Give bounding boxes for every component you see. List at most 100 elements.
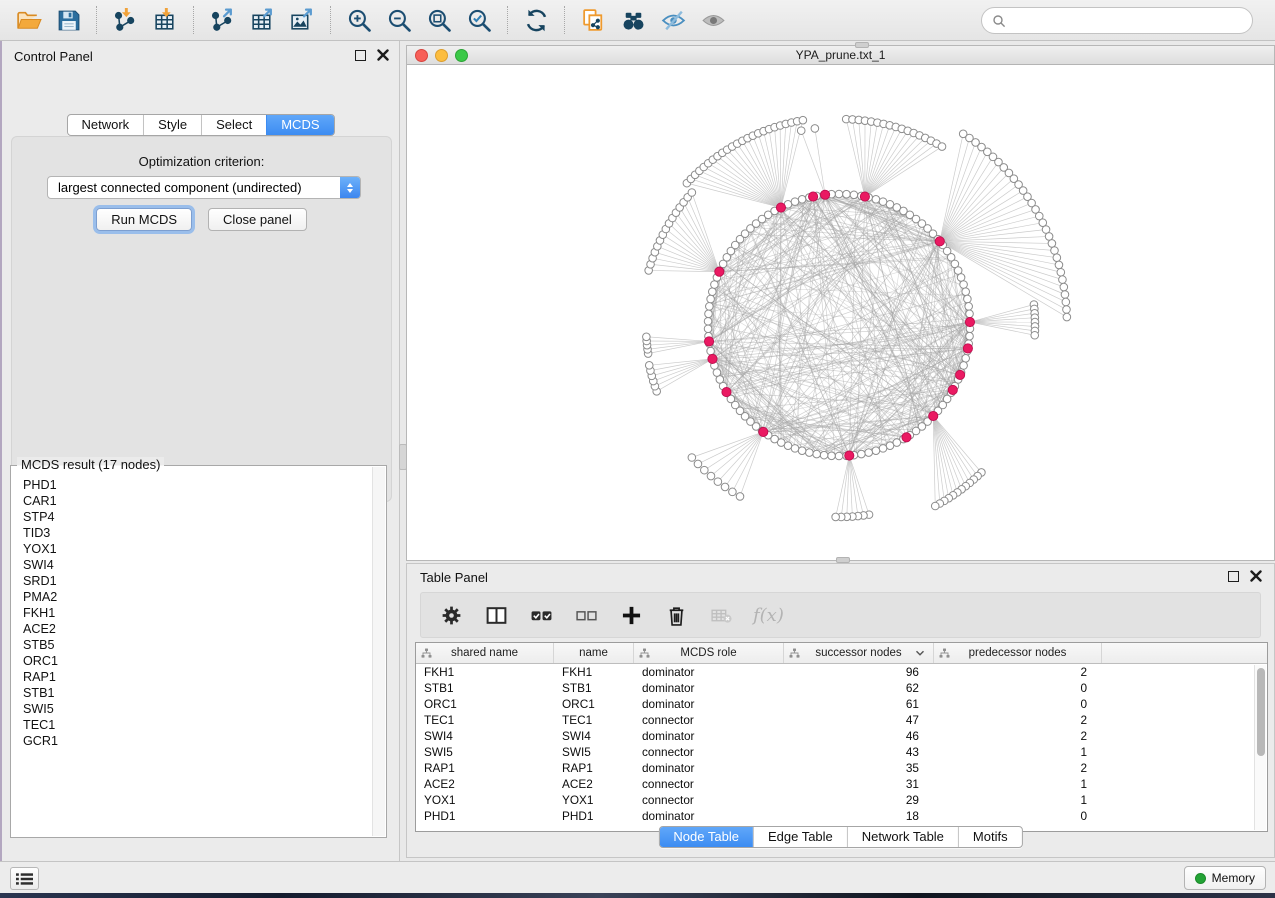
- result-scrollbar[interactable]: [372, 467, 385, 836]
- task-list-icon: [16, 872, 33, 886]
- table-row[interactable]: RAP1RAP1dominator352: [416, 760, 1267, 776]
- zoom-out-button[interactable]: [381, 4, 417, 36]
- open-file-button[interactable]: [10, 4, 46, 36]
- table-row[interactable]: ORC1ORC1dominator610: [416, 696, 1267, 712]
- mcds-result-item[interactable]: RAP1: [13, 669, 370, 685]
- mcds-result-item[interactable]: STB1: [13, 685, 370, 701]
- mcds-result-item[interactable]: ACE2: [13, 621, 370, 637]
- cell-successor-nodes: 61: [784, 696, 934, 712]
- cell-shared-name: SWI4: [416, 728, 554, 744]
- table-scrollbar-thumb[interactable]: [1257, 668, 1265, 756]
- cell-predecessor-nodes: 1: [934, 776, 1102, 792]
- hide-selected-button[interactable]: [655, 4, 691, 36]
- select-all-button[interactable]: [528, 602, 554, 628]
- tab-network-table[interactable]: Network Table: [847, 827, 958, 847]
- column-header-shared-name[interactable]: shared name: [416, 643, 554, 663]
- cell-predecessor-nodes: 0: [934, 680, 1102, 696]
- zoom-in-icon: [346, 7, 373, 34]
- cell-predecessor-nodes: 2: [934, 664, 1102, 680]
- duplicate-network-button[interactable]: [575, 4, 611, 36]
- search-input[interactable]: [1011, 12, 1252, 29]
- mcds-result-item[interactable]: SWI5: [13, 701, 370, 717]
- tab-select[interactable]: Select: [201, 115, 266, 135]
- duplicate-network-icon: [580, 7, 607, 34]
- column-header-MCDS-role[interactable]: MCDS role: [634, 643, 784, 663]
- mcds-result-item[interactable]: FKH1: [13, 605, 370, 621]
- delete-columns-button[interactable]: [663, 602, 689, 628]
- run-mcds-button[interactable]: Run MCDS: [96, 208, 192, 231]
- cell-name: SWI4: [554, 728, 634, 744]
- table-row[interactable]: SWI5SWI5connector431: [416, 744, 1267, 760]
- mcds-result-item[interactable]: SRD1: [13, 573, 370, 589]
- apply-layout-button[interactable]: [518, 4, 554, 36]
- close-window-icon[interactable]: [415, 49, 428, 62]
- mcds-result-item[interactable]: PMA2: [13, 589, 370, 605]
- table-scrollbar[interactable]: [1254, 665, 1266, 830]
- cell-name: RAP1: [554, 760, 634, 776]
- mcds-result-item[interactable]: STB5: [13, 637, 370, 653]
- mcds-result-item[interactable]: TEC1: [13, 717, 370, 733]
- memory-button[interactable]: Memory: [1184, 866, 1266, 890]
- tab-node-table[interactable]: Node Table: [659, 827, 753, 847]
- table-settings-button[interactable]: [438, 602, 464, 628]
- tab-edge-table[interactable]: Edge Table: [753, 827, 847, 847]
- tab-network[interactable]: Network: [67, 115, 143, 135]
- table-row[interactable]: ACE2ACE2connector311: [416, 776, 1267, 792]
- save-session-button[interactable]: [50, 4, 86, 36]
- zoom-in-button[interactable]: [341, 4, 377, 36]
- split-panel-button[interactable]: [483, 602, 509, 628]
- status-menu-button[interactable]: [10, 867, 39, 890]
- mcds-result-item[interactable]: STP4: [13, 509, 370, 525]
- search-field[interactable]: [981, 7, 1253, 34]
- table-row[interactable]: PHD1PHD1dominator180: [416, 808, 1267, 824]
- network-window-titlebar[interactable]: YPA_prune.txt_1: [407, 46, 1274, 65]
- export-network-button[interactable]: [204, 4, 240, 36]
- show-all-button[interactable]: [695, 4, 731, 36]
- table-row[interactable]: FKH1FKH1dominator962: [416, 664, 1267, 680]
- zoom-fit-button[interactable]: [421, 4, 457, 36]
- minimize-window-icon[interactable]: [435, 49, 448, 62]
- table-panel-title: Table Panel: [420, 570, 488, 585]
- cell-predecessor-nodes: 2: [934, 712, 1102, 728]
- cell-predecessor-nodes: 0: [934, 696, 1102, 712]
- column-header-predecessor-nodes[interactable]: predecessor nodes: [934, 643, 1102, 663]
- create-column-button[interactable]: [618, 602, 644, 628]
- memory-status-icon: [1195, 873, 1206, 884]
- criterion-dropdown[interactable]: largest connected component (undirected): [47, 176, 361, 199]
- top-splitter-handle[interactable]: [855, 42, 869, 48]
- import-table-button[interactable]: [147, 4, 183, 36]
- column-header-name[interactable]: name: [554, 643, 634, 663]
- mcds-result-item[interactable]: ORC1: [13, 653, 370, 669]
- binoculars-button[interactable]: [615, 4, 651, 36]
- mcds-result-item[interactable]: TID3: [13, 525, 370, 541]
- tab-motifs[interactable]: Motifs: [958, 827, 1022, 847]
- mcds-settings-box: Optimization criterion: largest connecte…: [11, 136, 392, 502]
- export-table-button[interactable]: [244, 4, 280, 36]
- zoom-window-icon[interactable]: [455, 49, 468, 62]
- mcds-result-item[interactable]: PHD1: [13, 477, 370, 493]
- table-row[interactable]: STB1STB1dominator620: [416, 680, 1267, 696]
- mcds-result-item[interactable]: GCR1: [13, 733, 370, 749]
- cell-mcds-role: connector: [634, 776, 784, 792]
- table-row[interactable]: SWI4SWI4dominator462: [416, 728, 1267, 744]
- close-panel-button[interactable]: Close panel: [208, 208, 307, 231]
- table-row[interactable]: YOX1YOX1connector291: [416, 792, 1267, 808]
- float-panel-icon[interactable]: [355, 50, 366, 61]
- zoom-selected-button[interactable]: [461, 4, 497, 36]
- close-table-panel-icon[interactable]: [1250, 570, 1262, 582]
- tab-mcds[interactable]: MCDS: [266, 115, 333, 135]
- table-row[interactable]: TEC1TEC1connector472: [416, 712, 1267, 728]
- import-network-button[interactable]: [107, 4, 143, 36]
- mcds-result-item[interactable]: CAR1: [13, 493, 370, 509]
- column-label: successor nodes: [815, 647, 901, 659]
- export-image-button[interactable]: [284, 4, 320, 36]
- float-table-panel-icon[interactable]: [1228, 571, 1239, 582]
- mcds-result-item[interactable]: YOX1: [13, 541, 370, 557]
- deselect-all-button[interactable]: [573, 602, 599, 628]
- column-header-filler: [1102, 643, 1267, 663]
- tab-style[interactable]: Style: [143, 115, 201, 135]
- mcds-result-item[interactable]: SWI4: [13, 557, 370, 573]
- close-panel-icon[interactable]: [377, 49, 389, 61]
- network-canvas-svg[interactable]: [407, 65, 1274, 560]
- column-header-successor-nodes[interactable]: successor nodes: [784, 643, 934, 663]
